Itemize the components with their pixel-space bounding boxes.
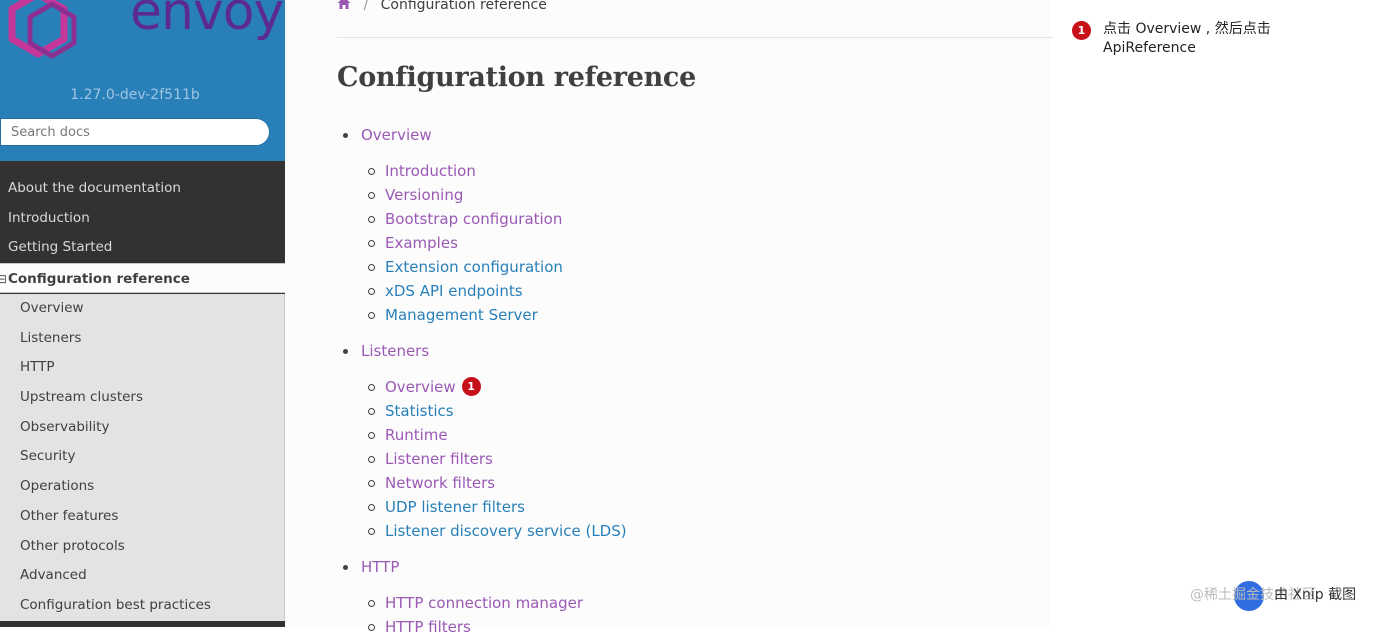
sidebar: envoy 1.27.0-dev-2f511b About the docume… — [0, 0, 285, 627]
sidebar-item-listeners[interactable]: Listeners — [0, 324, 284, 354]
toc-section: HTTP — [337, 555, 1037, 579]
toc-item: Listener discovery service (LDS) — [337, 519, 1037, 543]
toc-link-listeners-overview[interactable]: Overview 1 — [385, 375, 481, 399]
sidebar-item-label: Configuration reference — [8, 271, 190, 287]
sidebar-item-advanced[interactable]: Advanced — [0, 561, 284, 591]
sidebar-top-nav: About the documentation Introduction Get… — [0, 174, 285, 263]
bullet-icon — [343, 349, 348, 354]
sidebar-item-http[interactable]: HTTP — [0, 353, 284, 383]
watermark: @稀土掘金技术社区 由 Xnip 截图 — [1190, 581, 1356, 611]
breadcrumb: / Configuration reference — [337, 0, 547, 13]
sidebar-sub-nav: Overview Listeners HTTP Upstream cluster… — [0, 294, 285, 621]
toc-item: HTTP filters — [337, 615, 1037, 639]
sidebar-item-upstream-clusters[interactable]: Upstream clusters — [0, 383, 284, 413]
toc-item: Listener filters — [337, 447, 1037, 471]
sidebar-item-overview[interactable]: Overview — [0, 294, 284, 324]
toc-link-statistics[interactable]: Statistics — [385, 399, 454, 423]
sidebar-item-other-protocols[interactable]: Other protocols — [0, 532, 284, 562]
toc-item: Overview 1 — [337, 375, 1037, 399]
toc-link-management-server[interactable]: Management Server — [385, 303, 538, 327]
divider — [337, 37, 1053, 38]
toc-section: Listeners — [337, 339, 1037, 363]
toc-link-lds[interactable]: Listener discovery service (LDS) — [385, 519, 627, 543]
toc-item: Bootstrap configuration — [337, 207, 1037, 231]
toc-link-bootstrap-configuration[interactable]: Bootstrap configuration — [385, 207, 562, 231]
toc-link-label: Overview — [385, 378, 456, 396]
annotation-text: 点击 Overview , 然后点击 ApiReference — [1103, 21, 1271, 56]
main-content: / Configuration reference Configuration … — [285, 0, 1053, 636]
envoy-logo-icon[interactable] — [8, 0, 78, 68]
circle-bullet-icon — [368, 264, 375, 271]
toc-link-udp-listener-filters[interactable]: UDP listener filters — [385, 495, 525, 519]
toc-link-runtime[interactable]: Runtime — [385, 423, 448, 447]
toc-item: Examples — [337, 231, 1037, 255]
sidebar-item-getting-started[interactable]: Getting Started — [0, 233, 285, 263]
toc-link-examples[interactable]: Examples — [385, 231, 458, 255]
toc-item: xDS API endpoints — [337, 279, 1037, 303]
circle-bullet-icon — [368, 456, 375, 463]
circle-bullet-icon — [368, 624, 375, 631]
breadcrumb-separator: / — [363, 0, 369, 13]
sidebar-header: envoy 1.27.0-dev-2f511b — [0, 0, 285, 161]
page-title: Configuration reference — [337, 62, 696, 93]
toc-link-network-filters[interactable]: Network filters — [385, 471, 495, 495]
search-input[interactable] — [0, 118, 270, 146]
toc-link-listener-filters[interactable]: Listener filters — [385, 447, 493, 471]
toc-item: Introduction — [337, 159, 1037, 183]
sidebar-item-configuration-reference[interactable]: ⊟ Configuration reference — [0, 263, 285, 293]
toc-link-http-filters[interactable]: HTTP filters — [385, 615, 471, 639]
circle-bullet-icon — [368, 480, 375, 487]
step-badge: 1 — [461, 377, 481, 396]
circle-bullet-icon — [368, 384, 375, 391]
sidebar-item-other-features[interactable]: Other features — [0, 502, 284, 532]
toc-link-introduction[interactable]: Introduction — [385, 159, 476, 183]
toc-item: HTTP connection manager — [337, 591, 1037, 615]
circle-bullet-icon — [368, 216, 375, 223]
toc-item: Management Server — [337, 303, 1037, 327]
toc-section-http[interactable]: HTTP — [361, 555, 399, 579]
toc-item: Versioning — [337, 183, 1037, 207]
circle-bullet-icon — [368, 408, 375, 415]
toc-link-versioning[interactable]: Versioning — [385, 183, 463, 207]
toc-section-overview[interactable]: Overview — [361, 123, 432, 147]
version-label: 1.27.0-dev-2f511b — [70, 87, 200, 103]
collapse-icon[interactable]: ⊟ — [0, 264, 7, 294]
sidebar-item-observability[interactable]: Observability — [0, 413, 284, 443]
toc-item: Statistics — [337, 399, 1037, 423]
circle-bullet-icon — [368, 600, 375, 607]
sidebar-item-operations[interactable]: Operations — [0, 472, 284, 502]
toc-item: Extension configuration — [337, 255, 1037, 279]
toc-link-http-connection-manager[interactable]: HTTP connection manager — [385, 591, 583, 615]
circle-bullet-icon — [368, 192, 375, 199]
toc-link-extension-configuration[interactable]: Extension configuration — [385, 255, 563, 279]
toc-item: Runtime — [337, 423, 1037, 447]
breadcrumb-current: Configuration reference — [380, 0, 547, 13]
circle-bullet-icon — [368, 288, 375, 295]
circle-bullet-icon — [368, 504, 375, 511]
bullet-icon — [343, 565, 348, 570]
table-of-contents: Overview Introduction Versioning Bootstr… — [337, 123, 1037, 639]
toc-item: UDP listener filters — [337, 495, 1037, 519]
toc-section-listeners[interactable]: Listeners — [361, 339, 429, 363]
toc-item: Network filters — [337, 471, 1037, 495]
home-icon[interactable] — [337, 0, 351, 10]
circle-bullet-icon — [368, 312, 375, 319]
circle-bullet-icon — [368, 240, 375, 247]
bullet-icon — [343, 133, 348, 138]
watermark-right: 由 Xnip 截图 — [1274, 587, 1357, 603]
sidebar-item-about[interactable]: About the documentation — [0, 174, 285, 204]
step-badge: 1 — [1072, 21, 1091, 40]
circle-bullet-icon — [368, 432, 375, 439]
sidebar-item-introduction[interactable]: Introduction — [0, 204, 285, 234]
toc-section: Overview — [337, 123, 1037, 147]
circle-bullet-icon — [368, 528, 375, 535]
toc-link-xds-api-endpoints[interactable]: xDS API endpoints — [385, 279, 523, 303]
brand-name[interactable]: envoy — [130, 0, 284, 38]
circle-bullet-icon — [368, 168, 375, 175]
sidebar-item-best-practices[interactable]: Configuration best practices — [0, 591, 284, 621]
sidebar-item-security[interactable]: Security — [0, 442, 284, 472]
